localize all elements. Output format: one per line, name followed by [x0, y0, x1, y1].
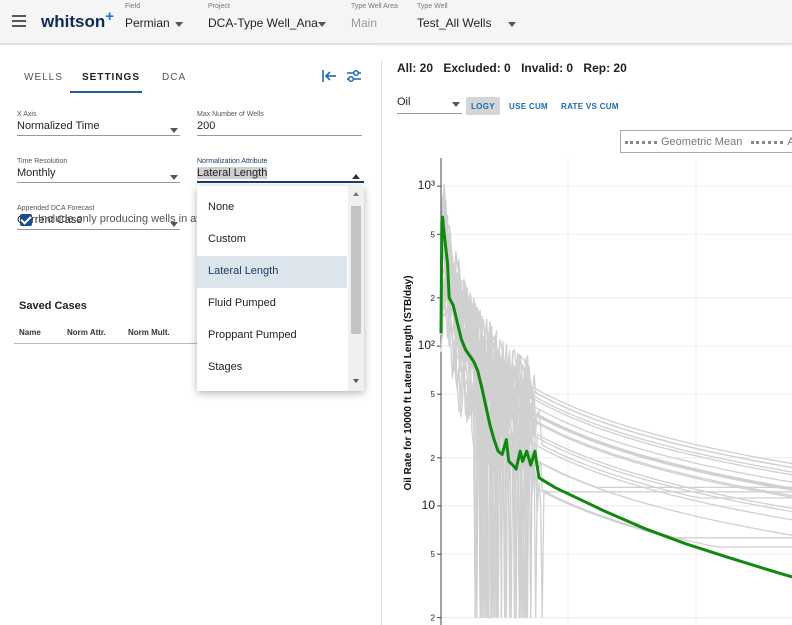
- tune-sliders-icon[interactable]: [345, 67, 363, 85]
- legend-swatch-geometric-mean: [625, 140, 657, 144]
- tab-wells[interactable]: WELLS: [24, 72, 63, 83]
- y-tick-label: 5: [431, 550, 436, 559]
- legend-swatch-2: [751, 140, 784, 144]
- normalization-attribute-select[interactable]: Normalization Attribute Lateral Length: [197, 158, 364, 183]
- y-tick-label: 5: [431, 230, 436, 239]
- top-bar: whitson+ Field Permian Project DCA-Type …: [0, 0, 792, 44]
- scroll-thumb[interactable]: [351, 206, 361, 334]
- option-custom[interactable]: Custom: [197, 224, 347, 256]
- well-counts: All: 20 Excluded: 0 Invalid: 0 Rep: 20: [397, 61, 634, 75]
- logy-toggle[interactable]: LOGY: [466, 97, 500, 115]
- y-tick-label: 2: [431, 294, 436, 303]
- column-name[interactable]: Name: [19, 328, 41, 337]
- y-tick-label: 10²: [418, 338, 435, 352]
- option-fluid-pumped[interactable]: Fluid Pumped: [197, 288, 347, 320]
- field-chevron-down-icon[interactable]: [175, 22, 183, 27]
- collapse-panel-icon[interactable]: [321, 67, 339, 85]
- scroll-up-icon[interactable]: [353, 192, 359, 196]
- option-stages[interactable]: Stages: [197, 352, 347, 384]
- panel-divider[interactable]: [381, 60, 382, 625]
- logo[interactable]: whitson+: [41, 8, 114, 32]
- hamburger-menu-icon[interactable]: [12, 15, 26, 27]
- count-invalid: Invalid: 0: [521, 61, 574, 75]
- count-all: All: 20: [397, 61, 434, 75]
- column-norm-attr[interactable]: Norm Attr.: [67, 328, 106, 337]
- rate-vs-cum-toggle[interactable]: RATE VS CUM: [556, 97, 624, 115]
- option-proppant-pumped[interactable]: Proppant Pumped: [197, 320, 347, 352]
- legend-label-geometric-mean[interactable]: Geometric Mean: [661, 136, 742, 148]
- normalization-chevron-up-icon[interactable]: [352, 174, 360, 179]
- active-tab-indicator: [70, 91, 142, 93]
- include-producing-label: Include only producing wells in av: [38, 213, 202, 225]
- y-tick-label: 10: [422, 498, 436, 512]
- column-norm-mult[interactable]: Norm Mult.: [128, 328, 170, 337]
- option-none[interactable]: None: [197, 192, 347, 224]
- project-select[interactable]: Project DCA-Type Well_Ana: [208, 3, 333, 30]
- saved-cases-title: Saved Cases: [19, 300, 87, 312]
- type-well-area-select: Type Well Area Main: [351, 3, 398, 30]
- y-tick-label: 5: [431, 390, 436, 399]
- max-wells-input[interactable]: Max Number of Wells 200: [197, 111, 362, 136]
- type-well-chevron-down-icon[interactable]: [508, 22, 516, 27]
- use-cum-toggle[interactable]: USE CUM: [504, 97, 553, 115]
- rate-chart[interactable]: 10³ 5 2 10² 5 2 10 5 2 Oil Rate for 10000 ft Late…: [383, 150, 792, 625]
- x-axis-chevron-down-icon[interactable]: [170, 128, 178, 133]
- tab-settings[interactable]: SETTINGS: [82, 72, 140, 83]
- count-excluded: Excluded: 0: [443, 61, 511, 75]
- x-axis-select[interactable]: X Axis Normalized Time: [17, 111, 180, 136]
- option-lateral-length[interactable]: Lateral Length: [197, 256, 347, 288]
- time-resolution-chevron-down-icon[interactable]: [170, 175, 178, 180]
- scroll-down-icon[interactable]: [353, 379, 359, 383]
- project-chevron-down-icon[interactable]: [318, 22, 326, 27]
- tab-dca[interactable]: DCA: [162, 72, 186, 83]
- count-rep: Rep: 20: [583, 61, 627, 75]
- y-tick-label: 10³: [418, 178, 435, 192]
- include-producing-checkbox[interactable]: [20, 214, 32, 226]
- phase-chevron-down-icon[interactable]: [452, 102, 460, 107]
- y-tick-label: 2: [431, 614, 436, 623]
- y-axis-label: Oil Rate for 10000 ft Lateral Length (ST…: [403, 275, 414, 490]
- dropdown-scrollbar[interactable]: [348, 186, 364, 391]
- legend-label-2[interactable]: A: [787, 136, 792, 148]
- y-tick-label: 2: [431, 454, 436, 463]
- normalization-attribute-dropdown: None Custom Lateral Length Fluid Pumped …: [197, 186, 364, 391]
- time-resolution-select[interactable]: Time Resolution Monthly: [17, 158, 180, 183]
